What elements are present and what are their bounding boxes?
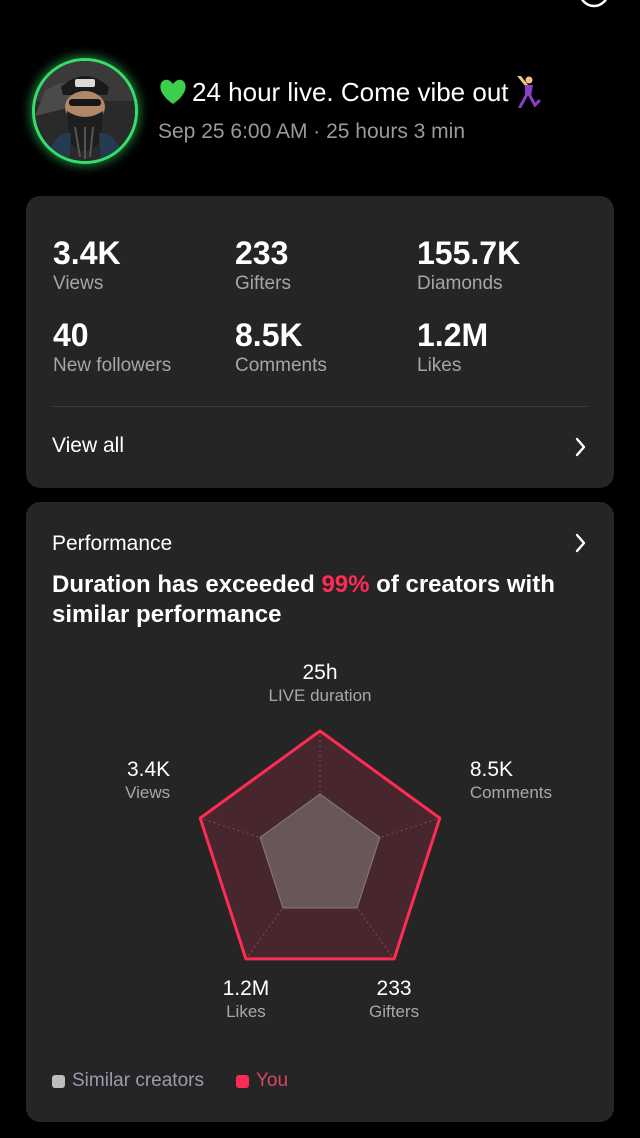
- stat-value: 40: [53, 317, 89, 353]
- legend-swatch: [235, 1074, 249, 1088]
- axis-value: 25h: [302, 661, 338, 684]
- avatar[interactable]: [32, 58, 138, 164]
- axis-value: 3.4K: [126, 758, 171, 782]
- axis-name: Likes: [226, 1001, 266, 1021]
- radar-axis-label: 8.5K Comments: [470, 758, 610, 804]
- legend-label: Similar creators: [72, 1070, 204, 1091]
- legend-swatch: [52, 1074, 65, 1088]
- stat-label: Diamonds: [417, 273, 503, 294]
- stat-value: 233: [235, 235, 289, 271]
- chart-legend: Similar creators You: [52, 1070, 320, 1092]
- stat-label: New followers: [53, 355, 172, 376]
- live-subtitle: Sep 25 6:00 AM · 25 hours 3 min: [158, 120, 466, 143]
- stat-diamonds: 155.7K Diamonds: [417, 234, 520, 296]
- radar-axis-label: 1.2M Likes: [176, 977, 316, 1023]
- live-header: 24 hour live. Come vibe out Sep 25 6:00 …: [32, 58, 612, 168]
- axis-name: LIVE duration: [268, 686, 372, 705]
- legend-label: You: [255, 1070, 289, 1091]
- stat-value: 3.4K: [53, 235, 121, 271]
- stats-card: 3.4K Views 233 Gifters 155.7K Diamonds 4…: [26, 196, 614, 488]
- radar-axis-label: 233 Gifters: [324, 977, 464, 1023]
- axis-name: Gifters: [369, 1001, 420, 1021]
- help-icon[interactable]: [576, 0, 612, 15]
- legend-item-you: You: [235, 1070, 289, 1092]
- green-heart-icon: [158, 78, 188, 106]
- stat-label: Comments: [235, 355, 327, 376]
- stat-label: Gifters: [235, 273, 291, 294]
- stat-value: 155.7K: [417, 235, 521, 271]
- axis-name: Comments: [469, 783, 553, 803]
- dancer-icon: [515, 74, 541, 109]
- stat-value: 8.5K: [235, 317, 303, 353]
- stat-views: 3.4K Views: [53, 234, 121, 296]
- stat-likes: 1.2M Likes: [417, 316, 488, 378]
- performance-card: Performance Duration has exceeded 99% of…: [26, 502, 614, 1122]
- live-title: 24 hour live. Come vibe out: [158, 74, 541, 109]
- view-all-label: View all: [52, 434, 124, 457]
- axis-value: 1.2M: [222, 976, 270, 1000]
- radar-axis-label: 3.4K Views: [30, 758, 170, 804]
- chevron-right-icon: [574, 436, 588, 463]
- axis-value: 233: [376, 976, 412, 1000]
- top-bar: [0, 0, 640, 10]
- stat-comments: 8.5K Comments: [235, 316, 327, 378]
- stat-value: 1.2M: [417, 317, 489, 353]
- live-title-text: 24 hour live. Come vibe out: [192, 76, 509, 107]
- stat-label: Views: [53, 273, 104, 294]
- stat-gifters: 233 Gifters: [235, 234, 291, 296]
- view-all-button[interactable]: View all: [52, 432, 588, 466]
- legend-item-similar: Similar creators: [52, 1070, 204, 1092]
- axis-name: Views: [125, 783, 171, 803]
- stat-new-followers: 40 New followers: [53, 316, 171, 378]
- divider: [52, 406, 588, 407]
- back-arrow-icon[interactable]: [22, 0, 48, 11]
- axis-value: 8.5K: [469, 758, 514, 782]
- radar-axis-label: 25h LIVE duration: [250, 661, 390, 707]
- stat-label: Likes: [417, 355, 462, 376]
